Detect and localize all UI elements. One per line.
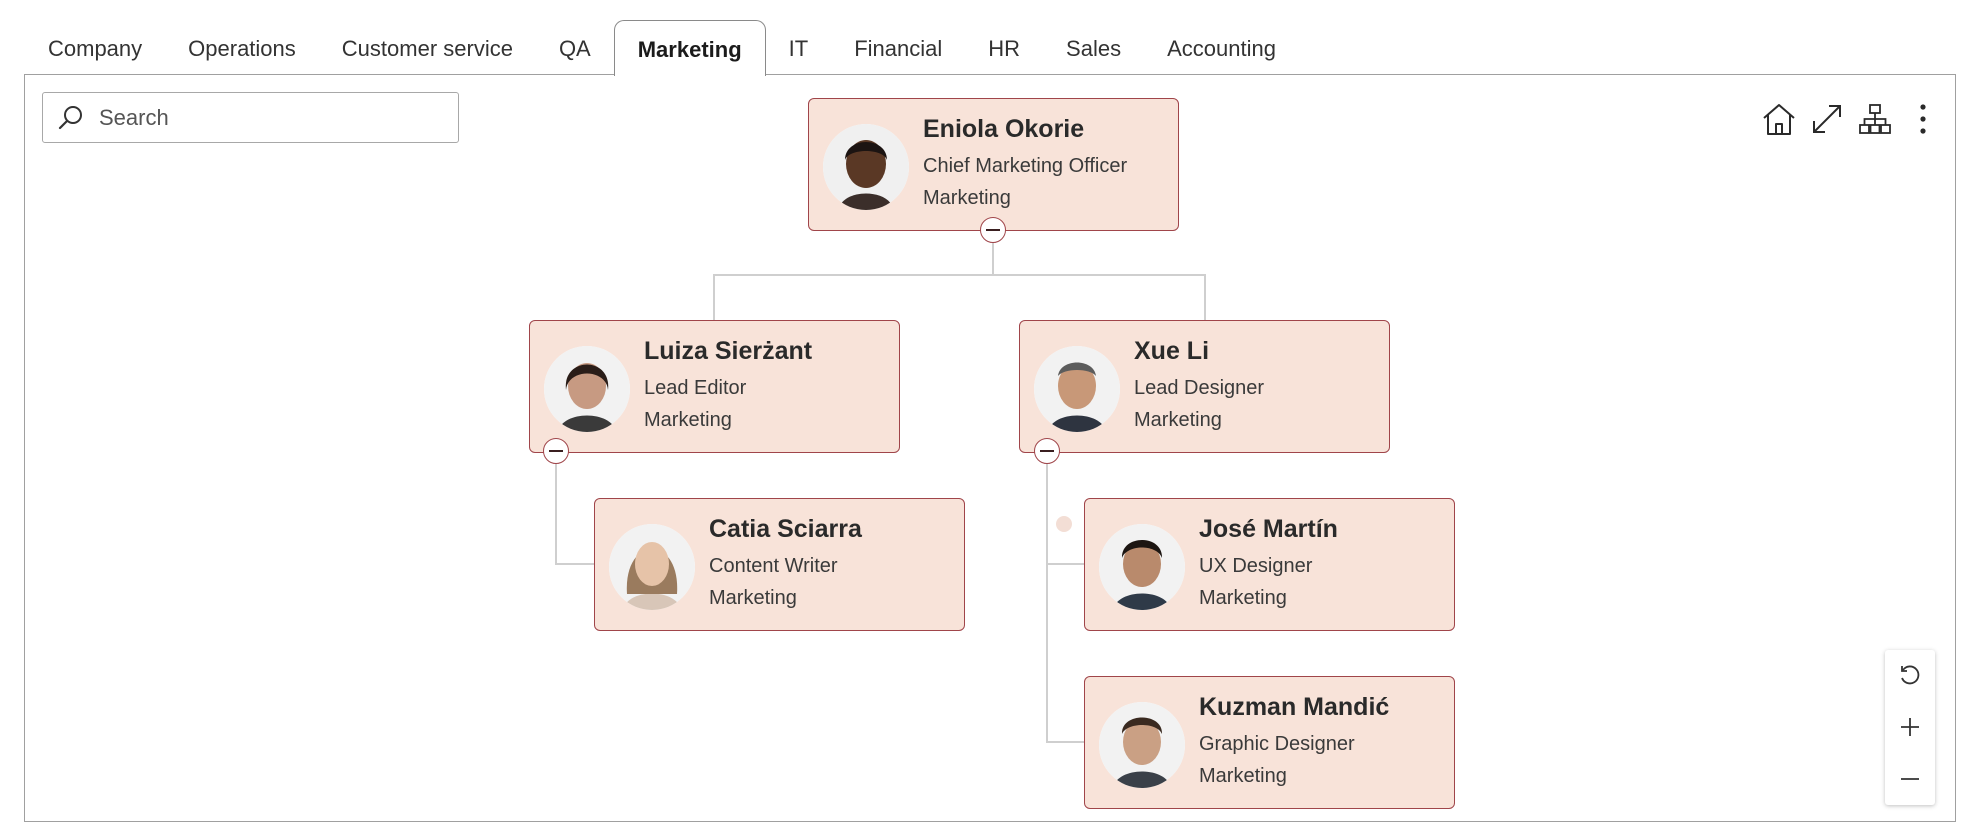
reset-view-button[interactable] bbox=[1890, 656, 1930, 696]
employee-department: Marketing bbox=[644, 409, 732, 431]
plus-icon bbox=[1901, 718, 1919, 737]
employee-department: Marketing bbox=[923, 187, 1011, 209]
avatar bbox=[609, 524, 695, 610]
zoom-in-button[interactable] bbox=[1890, 707, 1930, 747]
employee-name: José Martín bbox=[1199, 515, 1338, 543]
employee-title: Chief Marketing Officer bbox=[923, 155, 1128, 177]
org-chart-panel: Eniola Okorie Chief Marketing Officer Ma… bbox=[24, 74, 1956, 822]
avatar bbox=[544, 346, 630, 432]
tab-bar: Company Operations Customer service QA M… bbox=[25, 20, 1299, 76]
org-node-luiza-sierzant[interactable]: Luiza Sierżant Lead Editor Marketing bbox=[529, 320, 900, 453]
tab-sales[interactable]: Sales bbox=[1043, 20, 1144, 75]
org-node-jose-martin[interactable]: José Martín UX Designer Marketing bbox=[1084, 498, 1455, 631]
tab-customer-service[interactable]: Customer service bbox=[319, 20, 536, 75]
zoom-out-button[interactable] bbox=[1890, 759, 1930, 799]
hierarchy-button[interactable] bbox=[1857, 99, 1893, 139]
home-icon bbox=[1763, 104, 1795, 135]
org-node-kuzman-mandic[interactable]: Kuzman Mandić Graphic Designer Marketing bbox=[1084, 676, 1455, 809]
reset-icon bbox=[1901, 665, 1920, 685]
employee-title: Lead Designer bbox=[1134, 377, 1265, 399]
collapse-button-xue[interactable] bbox=[1034, 438, 1060, 464]
avatar bbox=[1099, 702, 1185, 788]
avatar bbox=[823, 124, 909, 210]
search-input[interactable] bbox=[97, 103, 441, 132]
tab-marketing[interactable]: Marketing bbox=[613, 20, 766, 76]
expand-icon bbox=[1813, 105, 1841, 133]
tab-financial[interactable]: Financial bbox=[831, 20, 965, 75]
org-node-catia-sciarra[interactable]: Catia Sciarra Content Writer Marketing bbox=[594, 498, 965, 631]
avatar bbox=[1099, 524, 1185, 610]
more-vertical-icon bbox=[1920, 104, 1926, 134]
avatar bbox=[1034, 346, 1120, 432]
tab-hr[interactable]: HR bbox=[965, 20, 1043, 75]
employee-title: Graphic Designer bbox=[1199, 733, 1355, 755]
employee-department: Marketing bbox=[1134, 409, 1222, 431]
minus-icon bbox=[1901, 778, 1919, 781]
employee-department: Marketing bbox=[709, 587, 797, 609]
search-icon bbox=[58, 105, 82, 129]
expand-button[interactable] bbox=[1809, 99, 1845, 139]
org-node-eniola-okorie[interactable]: Eniola Okorie Chief Marketing Officer Ma… bbox=[808, 98, 1179, 231]
minus-icon bbox=[1040, 450, 1054, 452]
minus-icon bbox=[549, 450, 563, 452]
employee-name: Eniola Okorie bbox=[923, 115, 1085, 143]
tab-operations[interactable]: Operations bbox=[165, 20, 319, 75]
chart-toolbar bbox=[1761, 99, 1941, 139]
employee-title: Lead Editor bbox=[644, 377, 747, 399]
connector-dot bbox=[1056, 516, 1072, 532]
home-button[interactable] bbox=[1761, 99, 1797, 139]
employee-name: Catia Sciarra bbox=[709, 515, 862, 543]
zoom-controls bbox=[1885, 650, 1935, 805]
employee-name: Xue Li bbox=[1134, 337, 1210, 365]
employee-name: Kuzman Mandić bbox=[1199, 693, 1390, 721]
tab-company[interactable]: Company bbox=[25, 20, 165, 75]
tab-qa[interactable]: QA bbox=[536, 20, 614, 75]
tab-it[interactable]: IT bbox=[766, 20, 832, 75]
collapse-button-luiza[interactable] bbox=[543, 438, 569, 464]
org-chart-icon bbox=[1859, 104, 1891, 134]
more-options-button[interactable] bbox=[1905, 99, 1941, 139]
employee-department: Marketing bbox=[1199, 765, 1287, 787]
tab-accounting[interactable]: Accounting bbox=[1144, 20, 1299, 75]
search-box[interactable] bbox=[42, 92, 459, 143]
employee-title: UX Designer bbox=[1199, 555, 1313, 577]
employee-department: Marketing bbox=[1199, 587, 1287, 609]
employee-title: Content Writer bbox=[709, 555, 838, 577]
org-node-xue-li[interactable]: Xue Li Lead Designer Marketing bbox=[1019, 320, 1390, 453]
employee-name: Luiza Sierżant bbox=[644, 337, 813, 365]
minus-icon bbox=[986, 229, 1000, 231]
collapse-button-eniola[interactable] bbox=[980, 217, 1006, 243]
